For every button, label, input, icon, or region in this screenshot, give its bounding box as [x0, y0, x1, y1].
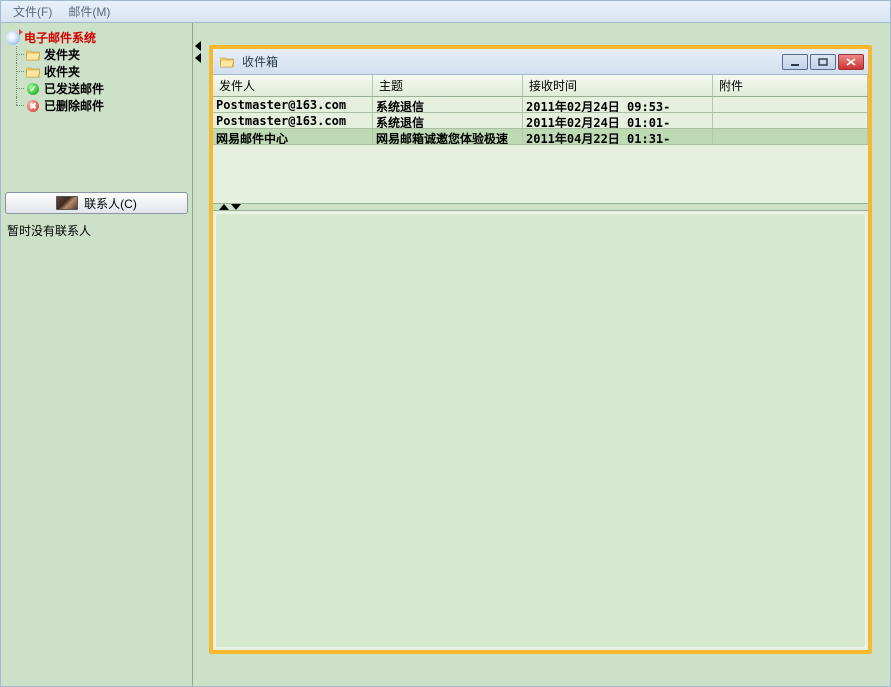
mail-table-header: 发件人 主题 接收时间 附件 — [213, 75, 868, 97]
triangle-down-icon — [231, 204, 241, 210]
close-icon — [846, 58, 856, 66]
tree-connector-icon — [9, 63, 25, 80]
tree-item-deleted[interactable]: ✖ 已删除邮件 — [5, 97, 188, 114]
tree-item-sent[interactable]: ✓ 已发送邮件 — [5, 80, 188, 97]
cell-time: 2011年04月22日 01:31- — [523, 129, 713, 144]
delete-circle-icon: ✖ — [25, 98, 41, 114]
tree-connector-icon — [9, 80, 25, 97]
minimize-icon — [790, 58, 800, 66]
cell-sender: 网易邮件中心 — [213, 129, 373, 144]
contacts-empty-text: 暂时没有联系人 — [1, 218, 192, 243]
tree-item-outbox[interactable]: 发件夹 — [5, 46, 188, 63]
preview-pane — [215, 213, 866, 648]
app-window: 文件(F) 邮件(M) 电子邮件系统 发件夹 — [0, 0, 891, 687]
tree-connector-icon — [9, 46, 25, 63]
minimize-button[interactable] — [782, 54, 808, 70]
content-wrap: 收件箱 — [203, 23, 890, 686]
close-button[interactable] — [838, 54, 864, 70]
cell-subject: 网易邮箱诚邀您体验极速 — [373, 129, 523, 144]
tree-root-email-system[interactable]: 电子邮件系统 — [5, 29, 188, 46]
maximize-button[interactable] — [810, 54, 836, 70]
column-subject[interactable]: 主题 — [373, 75, 523, 96]
table-row[interactable]: Postmaster@163.com 系统退信 2011年02月24日 09:5… — [213, 97, 868, 113]
inbox-window: 收件箱 — [209, 45, 872, 654]
cell-time: 2011年02月24日 01:01- — [523, 113, 713, 128]
table-row[interactable]: 网易邮件中心 网易邮箱诚邀您体验极速 2011年04月22日 01:31- — [213, 129, 868, 145]
check-circle-icon: ✓ — [25, 81, 41, 97]
tree-root-label: 电子邮件系统 — [24, 29, 96, 46]
inbox-body: 发件人 主题 接收时间 附件 Postmaster@163.com 系统退信 2… — [213, 75, 868, 650]
horizontal-splitter[interactable] — [213, 203, 868, 211]
mail-list: Postmaster@163.com 系统退信 2011年02月24日 09:5… — [213, 97, 868, 145]
inbox-titlebar[interactable]: 收件箱 — [213, 49, 868, 75]
sidebar-collapse-handle[interactable] — [193, 23, 203, 686]
menubar: 文件(F) 邮件(M) — [1, 1, 890, 23]
folder-tree: 电子邮件系统 发件夹 收件夹 — [1, 23, 192, 116]
content-area: 收件箱 — [203, 23, 890, 686]
tree-item-inbox[interactable]: 收件夹 — [5, 63, 188, 80]
tree-connector-icon — [9, 97, 25, 114]
table-row[interactable]: Postmaster@163.com 系统退信 2011年02月24日 01:0… — [213, 113, 868, 129]
menu-mail[interactable]: 邮件(M) — [60, 1, 118, 22]
cell-subject: 系统退信 — [373, 97, 523, 112]
cell-time: 2011年02月24日 09:53- — [523, 97, 713, 112]
cell-sender: Postmaster@163.com — [213, 113, 373, 128]
cell-attachment — [713, 97, 868, 112]
menu-file[interactable]: 文件(F) — [5, 1, 60, 22]
inbox-title: 收件箱 — [242, 53, 278, 70]
cell-attachment — [713, 113, 868, 128]
tree-item-label: 收件夹 — [44, 63, 80, 80]
column-time[interactable]: 接收时间 — [523, 75, 713, 96]
column-attachment[interactable]: 附件 — [713, 75, 868, 96]
main-area: 电子邮件系统 发件夹 收件夹 — [1, 23, 890, 686]
tree-item-label: 已发送邮件 — [44, 80, 104, 97]
sidebar: 电子邮件系统 发件夹 收件夹 — [1, 23, 193, 686]
tree-item-label: 已删除邮件 — [44, 97, 104, 114]
triangle-left-icon — [195, 53, 201, 63]
triangle-up-icon — [219, 204, 229, 210]
tree-item-label: 发件夹 — [44, 46, 80, 63]
cell-attachment — [713, 129, 868, 144]
triangle-left-icon — [195, 41, 201, 51]
folder-open-icon — [25, 47, 41, 63]
cell-sender: Postmaster@163.com — [213, 97, 373, 112]
folder-open-icon — [219, 54, 235, 70]
column-sender[interactable]: 发件人 — [213, 75, 373, 96]
folder-open-icon — [25, 64, 41, 80]
contacts-button-label: 联系人(C) — [84, 195, 137, 212]
globe-icon — [5, 30, 21, 46]
maximize-icon — [818, 58, 828, 66]
cell-subject: 系统退信 — [373, 113, 523, 128]
contacts-button[interactable]: 联系人(C) — [5, 192, 188, 214]
avatar-icon — [56, 196, 78, 210]
